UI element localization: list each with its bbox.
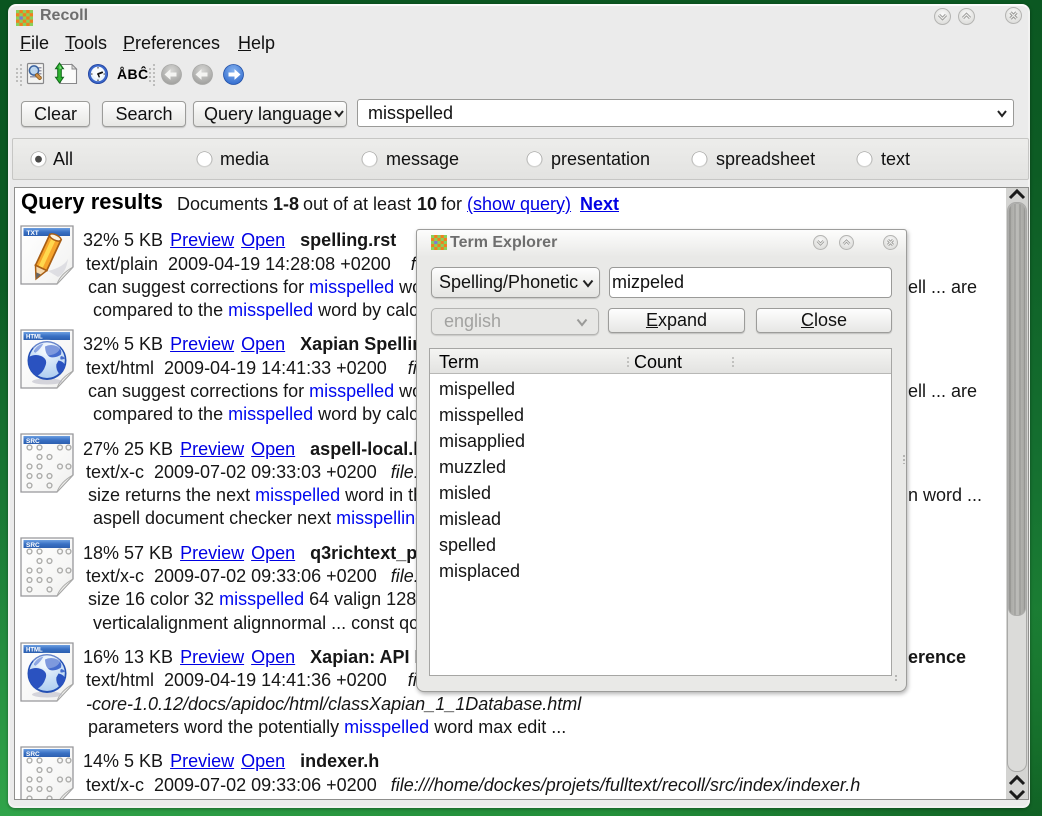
- svg-text:TXT: TXT: [27, 230, 39, 237]
- svg-text:HTML: HTML: [26, 335, 43, 341]
- svg-text:HTML: HTML: [26, 648, 43, 654]
